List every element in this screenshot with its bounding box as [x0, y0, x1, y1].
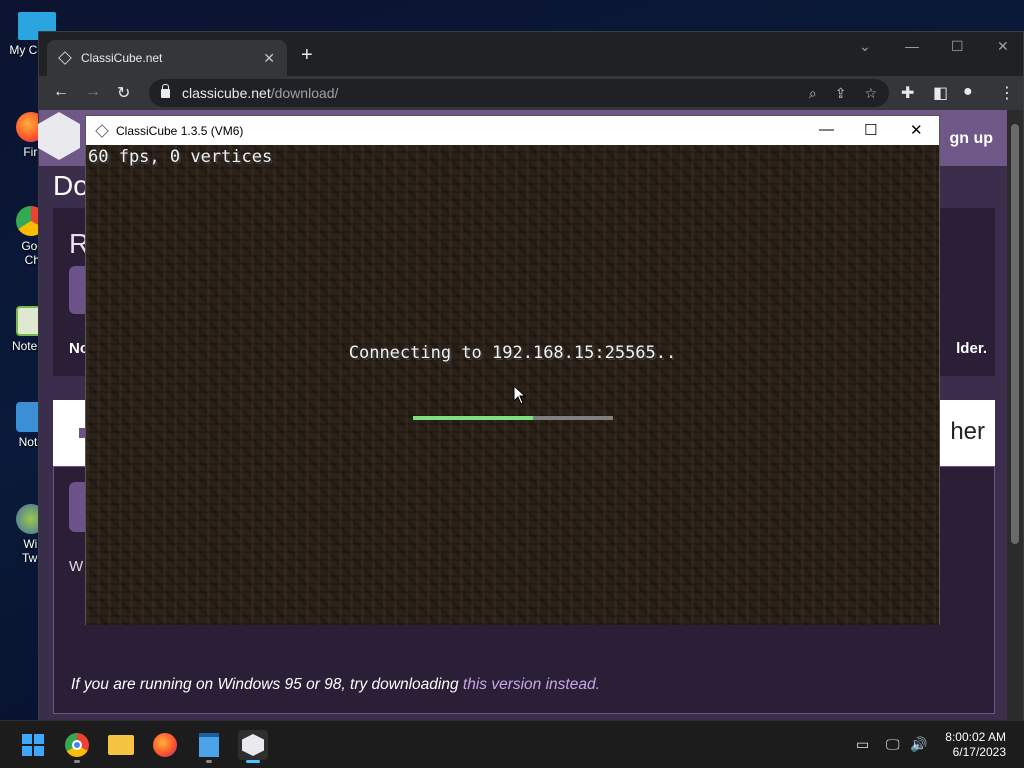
taskbar-notepad[interactable]	[194, 730, 224, 763]
fps-counter: 60 fps, 0 vertices	[88, 147, 273, 167]
windows-text: W	[69, 558, 84, 575]
game-viewport[interactable]: 60 fps, 0 vertices Connecting to 192.168…	[86, 145, 939, 625]
page-scrollbar[interactable]	[1007, 110, 1023, 721]
connection-progress-bar	[413, 416, 613, 420]
progress-fill	[413, 416, 533, 420]
extensions-icon[interactable]: ✚	[901, 83, 914, 103]
lock-icon	[161, 83, 170, 98]
menu-icon[interactable]: ⋮	[999, 83, 1015, 103]
file-explorer-icon	[108, 735, 134, 755]
classicube-favicon-icon	[58, 51, 72, 65]
close-tab-icon[interactable]: ✕	[263, 50, 275, 67]
search-icon[interactable]: ⌕	[809, 85, 817, 102]
start-icon	[22, 734, 44, 756]
reload-icon[interactable]: ↻	[117, 83, 130, 103]
browser-toolbar: ← → ↻ classicube.net/download/ ⌕ ⇪ ☆ ✚ ◧…	[39, 76, 1023, 110]
taskbar: ▭ 🖵 🔊 8:00:02 AM 6/17/2023	[0, 720, 1024, 768]
classicube-window: ClassiCube 1.3.5 (VM6) — ☐ ✕ 60 fps, 0 v…	[85, 115, 940, 625]
game-maximize-button[interactable]: ☐	[864, 121, 877, 139]
volume-icon[interactable]: 🔊	[910, 736, 927, 753]
clock-time: 8:00:02 AM	[945, 730, 1006, 744]
network-icon[interactable]: 🖵	[886, 736, 900, 753]
url-path: /download/	[270, 85, 339, 101]
tab-strip: ClassiCube.net ✕ + ⌄ — ☐ ✕	[39, 32, 1023, 76]
tablet-mode-icon[interactable]: ▭	[856, 736, 869, 753]
tab-search-icon[interactable]: ⌄	[859, 38, 871, 55]
system-clock[interactable]: 8:00:02 AM 6/17/2023	[945, 730, 1006, 760]
game-window-title: ClassiCube 1.3.5 (VM6)	[116, 123, 244, 138]
mouse-cursor-icon	[513, 384, 527, 410]
notepad-icon	[199, 733, 219, 757]
address-bar[interactable]: classicube.net/download/ ⌕ ⇪ ☆	[149, 79, 889, 107]
connection-status: Connecting to 192.168.15:25565..	[348, 343, 677, 363]
start-button[interactable]	[18, 730, 48, 760]
game-titlebar[interactable]: ClassiCube 1.3.5 (VM6)	[86, 116, 939, 145]
legacy-note: If you are running on Windows 95 or 98, …	[71, 676, 600, 693]
tab-title: ClassiCube.net	[81, 51, 163, 65]
minimize-button[interactable]: —	[905, 38, 919, 54]
game-close-button[interactable]: ✕	[910, 121, 923, 139]
profile-icon[interactable]: ●	[963, 83, 973, 101]
taskbar-firefox[interactable]	[150, 730, 180, 760]
maximize-button[interactable]: ☐	[951, 38, 964, 55]
classicube-icon	[242, 734, 264, 756]
close-button[interactable]: ✕	[997, 38, 1009, 55]
new-tab-button[interactable]: +	[301, 44, 313, 67]
chrome-icon	[65, 733, 89, 757]
tab-classicube[interactable]: ClassiCube.net ✕	[47, 40, 287, 76]
forward-icon[interactable]: →	[85, 83, 101, 101]
taskbar-classicube[interactable]	[238, 730, 268, 763]
share-icon[interactable]: ⇪	[835, 85, 847, 102]
page-title: Do	[53, 170, 89, 201]
classicube-icon	[95, 123, 109, 138]
back-icon[interactable]: ←	[53, 83, 69, 101]
game-minimize-button[interactable]: —	[819, 121, 834, 138]
sign-up-link[interactable]: gn up	[949, 130, 993, 148]
side-panel-icon[interactable]: ◧	[933, 83, 948, 103]
folder-text: lder.	[956, 340, 987, 357]
taskbar-file-explorer[interactable]	[106, 730, 136, 760]
url-host: classicube.net	[182, 85, 271, 101]
firefox-icon	[153, 733, 177, 757]
legacy-version-link[interactable]: this version instead.	[463, 676, 600, 693]
taskbar-chrome[interactable]	[62, 730, 92, 763]
scrollbar-thumb[interactable]	[1011, 124, 1019, 544]
clock-date: 6/17/2023	[952, 745, 1006, 759]
other-heading: her	[950, 418, 985, 445]
bookmark-star-icon[interactable]: ☆	[864, 85, 877, 102]
